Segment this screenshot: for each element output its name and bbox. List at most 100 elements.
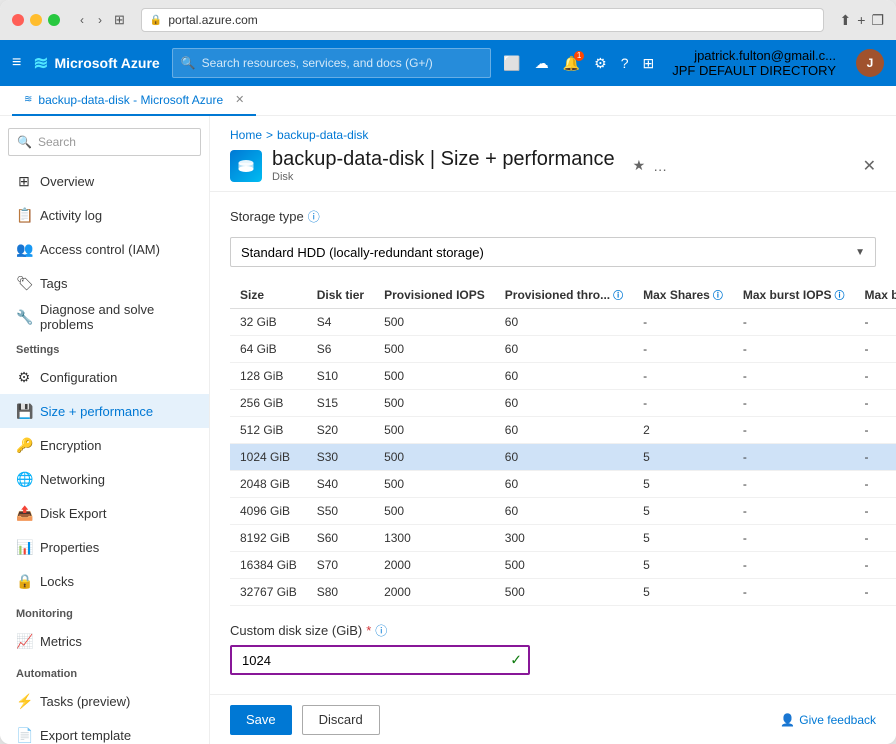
sidebar-search-placeholder: Search [38,135,76,149]
storage-type-value: Standard HDD (locally-redundant storage) [241,245,484,260]
browser-tab[interactable]: ≋ backup-data-disk - Microsoft Azure ✕ [12,86,256,116]
forward-button[interactable]: › [94,11,106,29]
cell-tier: S10 [307,363,374,390]
address-bar[interactable]: 🔒 portal.azure.com [141,8,824,32]
throughput-info-icon[interactable]: ⓘ [613,287,623,302]
storage-type-dropdown[interactable]: Standard HDD (locally-redundant storage)… [230,237,876,267]
table-row[interactable]: 256 GiB S15 500 60 - - - [230,390,896,417]
sidebar-item-access-control[interactable]: 👥 Access control (IAM) [0,232,209,266]
table-row[interactable]: 4096 GiB S50 500 60 5 - - [230,498,896,525]
cell-iops: 500 [374,309,495,336]
col-max-shares: Max Shares ⓘ [633,281,733,309]
sidebar-item-properties[interactable]: 📊 Properties [0,530,209,564]
monitoring-section-label: Monitoring [0,598,209,624]
sidebar-search[interactable]: 🔍 Search [8,128,201,156]
cell-max-shares: 5 [633,471,733,498]
azure-icon: ≋ [33,53,48,74]
help-icon[interactable]: ? [621,55,629,71]
nav-controls: ‹ › [76,11,106,29]
back-button[interactable]: ‹ [76,11,88,29]
table-row[interactable]: 32 GiB S4 500 60 - - - [230,309,896,336]
share-button[interactable]: ⬆ [840,12,852,29]
tags-icon: 🏷 [16,275,32,292]
tab-bar: ≋ backup-data-disk - Microsoft Azure ✕ [0,86,896,116]
new-tab-button[interactable]: + [857,12,865,28]
sidebar-item-disk-export[interactable]: 📤 Disk Export [0,496,209,530]
table-row[interactable]: 16384 GiB S70 2000 500 5 - - [230,552,896,579]
sidebar-item-diagnose[interactable]: 🔧 Diagnose and solve problems [0,300,209,334]
cell-max-shares: - [633,309,733,336]
sidebar-item-configuration[interactable]: ⚙ Configuration [0,360,209,394]
sidebar-item-activity-log[interactable]: 📋 Activity log [0,198,209,232]
sidebar-item-export-template[interactable]: 📄 Export template [0,718,209,744]
sidebar-label-activity-log: Activity log [40,208,102,223]
title-bar-right: ⬆ + ❐ [840,12,884,29]
sidebar-item-networking[interactable]: 🌐 Networking [0,462,209,496]
col-tier: Disk tier [307,281,374,309]
favorite-button[interactable]: ★ [633,157,646,174]
save-button[interactable]: Save [230,705,292,735]
sidebar-item-encryption[interactable]: 🔑 Encryption [0,428,209,462]
sidebar-item-tags[interactable]: 🏷 Tags [0,266,209,300]
notification-icon[interactable]: 🔔 1 [563,55,580,72]
discard-button[interactable]: Discard [302,705,380,735]
cell-max-burst-thru: - [855,417,896,444]
sidebar-label-overview: Overview [40,174,94,189]
cell-iops: 500 [374,417,495,444]
custom-size-info-icon[interactable]: ⓘ [375,622,387,639]
max-burst-iops-info-icon[interactable]: ⓘ [835,287,845,302]
sidebar-label-networking: Networking [40,472,105,487]
settings-icon[interactable]: ⚙ [594,55,607,72]
table-row[interactable]: 8192 GiB S60 1300 300 5 - - [230,525,896,552]
maximize-traffic-light[interactable] [48,14,60,26]
sidebar-item-locks[interactable]: 🔒 Locks [0,564,209,598]
cloud-shell-icon[interactable]: ⬜ [503,55,520,72]
disk-export-icon: 📤 [16,505,32,522]
cell-throughput: 60 [495,390,633,417]
tab-close-icon[interactable]: ✕ [235,93,244,106]
cell-throughput: 60 [495,471,633,498]
table-row[interactable]: 2048 GiB S40 500 60 5 - - [230,471,896,498]
directory-icon[interactable]: ☁ [535,55,549,72]
max-shares-info-icon[interactable]: ⓘ [713,287,723,302]
settings-section-label: Settings [0,334,209,360]
table-row[interactable]: 1024 GiB S30 500 60 5 - - [230,444,896,471]
custom-size-input[interactable] [230,645,530,675]
copy-button[interactable]: ❐ [871,12,884,29]
hamburger-icon[interactable]: ≡ [12,54,21,72]
required-star: * [366,623,371,638]
cell-size: 4096 GiB [230,498,307,525]
cell-max-shares: 5 [633,579,733,606]
table-row[interactable]: 32767 GiB S80 2000 500 5 - - [230,579,896,606]
close-panel-button[interactable]: ✕ [863,156,876,176]
user-avatar[interactable]: J [856,49,884,77]
give-feedback-link[interactable]: 👤 Give feedback [780,713,876,727]
sidebar-item-metrics[interactable]: 📈 Metrics [0,624,209,658]
cell-iops: 500 [374,498,495,525]
close-traffic-light[interactable] [12,14,24,26]
cell-max-shares: 2 [633,417,733,444]
feedback-icon[interactable]: ⊞ [643,55,655,72]
global-search[interactable]: 🔍 Search resources, services, and docs (… [172,48,492,78]
breadcrumb-home[interactable]: Home [230,128,262,142]
dropdown-arrow-icon: ▼ [855,247,865,258]
cell-tier: S4 [307,309,374,336]
cell-max-burst-iops: - [733,336,855,363]
sidebar-label-disk-export: Disk Export [40,506,106,521]
sidebar-item-size-performance[interactable]: 💾 Size + performance [0,394,209,428]
breadcrumb-current[interactable]: backup-data-disk [277,128,368,142]
table-row[interactable]: 512 GiB S20 500 60 2 - - [230,417,896,444]
sidebar-label-tasks: Tasks (preview) [40,694,130,709]
cell-max-shares: 5 [633,444,733,471]
cell-max-shares: 5 [633,498,733,525]
more-options-button[interactable]: … [653,158,667,174]
cell-size: 1024 GiB [230,444,307,471]
table-row[interactable]: 128 GiB S10 500 60 - - - [230,363,896,390]
sidebar-label-locks: Locks [40,574,74,589]
sidebar-item-overview[interactable]: ⊞ Overview [0,164,209,198]
minimize-traffic-light[interactable] [30,14,42,26]
sidebar-item-tasks[interactable]: ⚡ Tasks (preview) [0,684,209,718]
storage-type-info-icon[interactable]: ⓘ [308,208,320,225]
table-row[interactable]: 64 GiB S6 500 60 - - - [230,336,896,363]
cell-tier: S6 [307,336,374,363]
